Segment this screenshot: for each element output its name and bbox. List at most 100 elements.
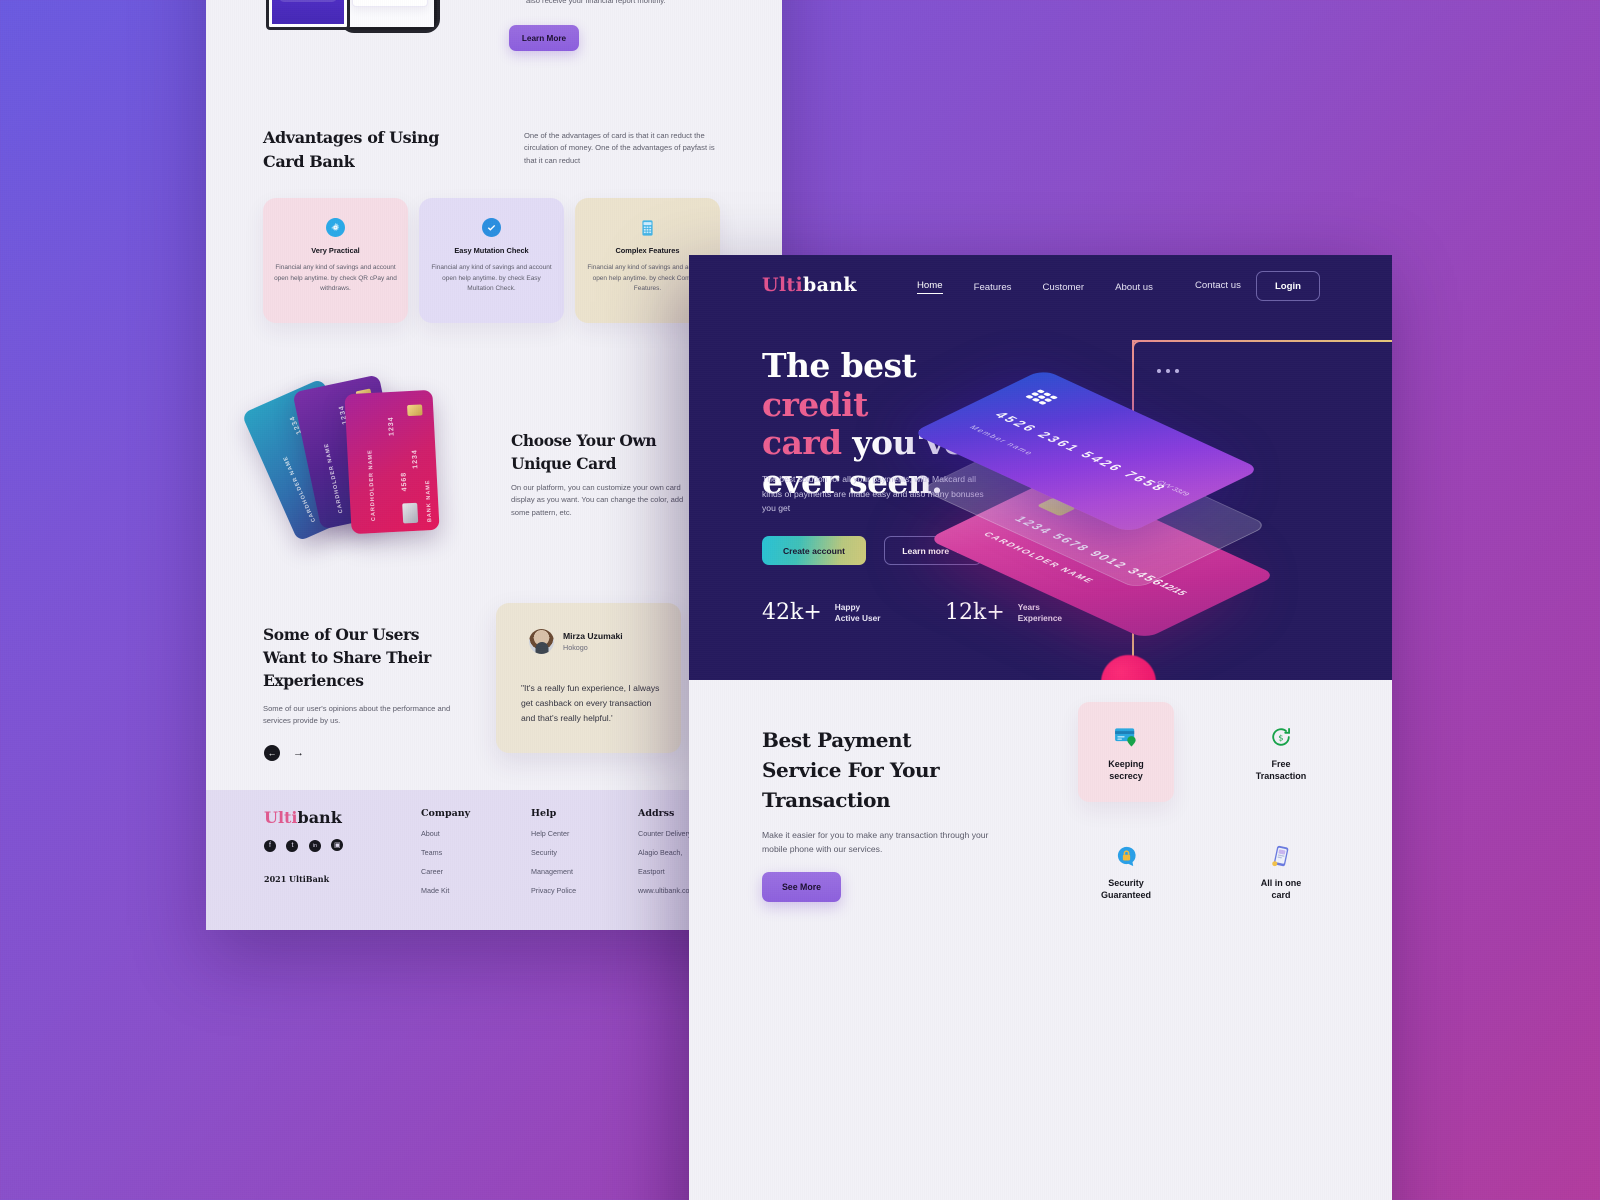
footer-link[interactable]: Counter Delivery <box>638 829 692 838</box>
back-top-paragraph: also receive your financial report month… <box>526 0 666 5</box>
stat-value: 42k+ <box>762 600 822 625</box>
main-nav: Home Features Customer About us <box>917 280 1153 294</box>
testimonials-title-line1: Some of Our Users <box>263 625 420 644</box>
hero-title-part2: credit <box>762 384 868 424</box>
footer-column-heading: Company <box>421 808 471 819</box>
instagram-icon[interactable]: ▣ <box>331 839 344 851</box>
create-account-button[interactable]: Create account <box>762 536 866 565</box>
feature-keeping-secrecy[interactable]: Keeping secrecy <box>1074 724 1178 782</box>
testimonial-quote: "It's a really fun experience, I always … <box>521 683 660 723</box>
feature-security-guaranteed[interactable]: Security Guaranteed <box>1074 843 1178 901</box>
card-brand-icon <box>1016 389 1065 412</box>
arrow-right-icon[interactable]: → <box>293 747 304 759</box>
advantages-title-line1: Advantages of Using <box>263 128 439 147</box>
advantage-desc: Financial any kind of savings and accoun… <box>274 264 397 293</box>
money-refresh-icon: $ <box>1268 724 1294 750</box>
feature-all-in-one-card[interactable]: All in one card <box>1229 843 1333 901</box>
stat-happy-users: 42k+ Happy Active User <box>762 600 880 625</box>
login-button[interactable]: Login <box>1256 271 1320 301</box>
testimonial-card: Mirza Uzumaki Hokogo "It's a really fun … <box>496 603 681 753</box>
mobile-card-icon <box>1268 843 1294 869</box>
see-more-button[interactable]: See More <box>762 872 841 902</box>
payment-title-line2: Service For Your <box>762 758 940 782</box>
payment-title-line1: Best Payment <box>762 728 912 752</box>
footer-link[interactable]: About <box>421 829 470 838</box>
unique-card-title-line2: Unique Card <box>511 454 617 473</box>
advantage-title: Very Practical <box>311 246 360 255</box>
advantage-title: Complex Features <box>615 246 680 255</box>
nav-item-contact[interactable]: Contact us <box>1195 280 1241 291</box>
feature-free-transaction[interactable]: $ Free Transaction <box>1229 724 1333 782</box>
footer-column-heading: Help <box>531 808 557 819</box>
payment-service-section: Best Payment Service For Your Transactio… <box>689 680 1392 960</box>
arrow-left-icon[interactable]: ← <box>264 745 280 761</box>
advantage-card-practical[interactable]: Very Practical Financial any kind of sav… <box>263 198 408 323</box>
nav-item-features[interactable]: Features <box>974 282 1012 293</box>
footer-column-help: Help Help Center Security Management Pri… <box>531 808 576 895</box>
stat-value: 12k+ <box>945 600 1005 625</box>
testimonials-title-line2: Want to Share Their <box>263 648 431 667</box>
advantage-title: Easy Mutation Check <box>454 246 529 255</box>
hero-section: Ultibank Home Features Customer About us… <box>689 255 1392 680</box>
back-phone-secondary: Card Details Credit Limit ₹3,50,000 Avai… <box>340 0 440 33</box>
testimonials-title-line3: Experiences <box>263 671 364 690</box>
facebook-icon[interactable]: f <box>264 839 276 852</box>
gear-icon <box>326 218 345 237</box>
footer-column-heading: Addrss <box>638 808 675 819</box>
advantage-desc: Financial any kind of savings and accoun… <box>431 264 552 293</box>
payment-paragraph: Make it easier for you to make any trans… <box>762 830 989 855</box>
stat-label: Happy Active User <box>834 601 881 623</box>
front-page-preview: Ultibank Home Features Customer About us… <box>689 255 1392 1200</box>
nav-item-about[interactable]: About us <box>1115 282 1153 293</box>
testimonial-role: Hokogo <box>563 643 588 652</box>
feature-label: Free Transaction <box>1255 759 1307 782</box>
payment-title-line3: Transaction <box>762 788 891 812</box>
footer-link[interactable]: Security <box>531 848 576 857</box>
footer-link[interactable]: Eastport <box>638 867 692 876</box>
testimonial-author: Mirza Uzumaki <box>563 631 623 641</box>
footer-link[interactable]: www.ultibank.co <box>638 886 692 895</box>
footer-link[interactable]: Help Center <box>531 829 576 838</box>
nav-item-customer[interactable]: Customer <box>1042 282 1084 293</box>
footer-copyright: 2021 UltiBank <box>264 874 330 884</box>
nav-item-home[interactable]: Home <box>917 280 943 294</box>
avatar <box>529 629 554 654</box>
advantages-title-line2: Card Bank <box>263 152 355 171</box>
credit-card-shield-icon <box>1113 724 1139 750</box>
feature-label: All in one card <box>1260 878 1302 901</box>
card-expiry: 12/15 <box>1156 581 1190 597</box>
back-phone-primary <box>266 0 350 30</box>
hero-title-part1: The best <box>762 346 917 385</box>
advantage-card-mutation[interactable]: Easy Mutation Check Financial any kind o… <box>419 198 564 323</box>
linkedin-icon[interactable]: in <box>308 840 321 852</box>
footer-link[interactable]: Made Kit <box>421 886 470 895</box>
hero-title-part3: card <box>762 423 842 463</box>
unique-card-title-line1: Choose Your Own <box>511 431 657 450</box>
footer-link[interactable]: Privacy Police <box>531 886 576 895</box>
footer-socials[interactable]: f t in ▣ <box>264 834 349 852</box>
credit-card-fan-illustration: CARDHOLDER NAME 1234 00/00 CARDHOLDER NA… <box>241 370 463 550</box>
svg-text:$: $ <box>1278 733 1283 743</box>
unique-card-paragraph: On our platform, you can customize your … <box>511 483 684 517</box>
footer-link[interactable]: Alagio Beach, <box>638 848 692 857</box>
footer-column-company: Company About Teams Career Made Kit <box>421 808 470 895</box>
footer-column-address: Addrss Counter Delivery Alagio Beach, Ea… <box>638 808 692 895</box>
footer-link[interactable]: Management <box>531 867 576 876</box>
footer-link[interactable]: Teams <box>421 848 470 857</box>
site-logo[interactable]: Ultibank <box>762 274 857 296</box>
learn-more-button[interactable]: Learn More <box>509 25 579 51</box>
mobile-app-section: 9:41 ▮▮▮ ‹ My QR Code Profile name Manoj… <box>689 960 1392 1200</box>
feature-label: Security Guaranteed <box>1100 878 1151 901</box>
feature-label: Keeping secrecy <box>1108 759 1144 782</box>
decor-circle-pink <box>1101 655 1156 680</box>
twitter-icon[interactable]: t <box>286 839 299 852</box>
back-phone-mockups: Card Details Credit Limit ₹3,50,000 Avai… <box>266 0 466 33</box>
testimonials-paragraph: Some of our user's opinions about the pe… <box>263 704 451 726</box>
check-circle-icon <box>482 218 501 237</box>
advantages-paragraph: One of the advantages of card is that it… <box>524 131 715 165</box>
footer-link[interactable]: Career <box>421 867 470 876</box>
hero-card-stack: 1234 5678 9012 3456 CARDHOLDER NAME 12/1… <box>911 307 1391 640</box>
mobile-phone-icon <box>638 218 657 237</box>
footer-logo[interactable]: Ultibank <box>264 808 342 827</box>
lock-chat-icon <box>1113 843 1139 869</box>
